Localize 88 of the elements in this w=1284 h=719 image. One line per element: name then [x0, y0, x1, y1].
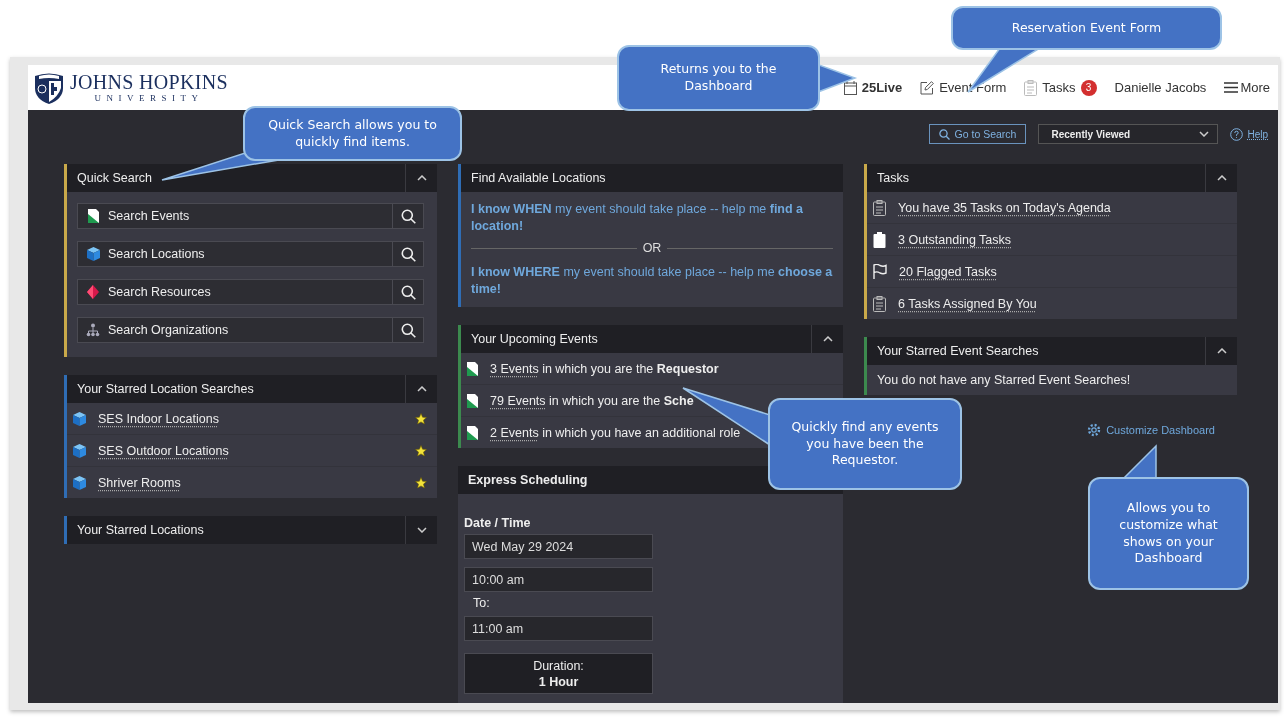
start-time-field[interactable]: 10:00 am: [464, 567, 653, 593]
panel-title: Your Starred Locations: [77, 523, 204, 537]
chevron-up-icon: [1216, 175, 1227, 181]
end-time-field[interactable]: 11:00 am: [464, 616, 653, 642]
nav-link[interactable]: Tasks 3: [1024, 79, 1097, 96]
search-icon: [400, 246, 416, 262]
chevron-down-icon: [416, 527, 427, 533]
org-chart-icon: [86, 323, 100, 337]
logo-subtitle: UNIVERSITY: [94, 94, 204, 103]
settings-icon: [1087, 423, 1102, 437]
search-label: Search Organizations: [108, 323, 230, 337]
upcoming-events-text: 3 Events in which you are the Requestor: [490, 361, 719, 376]
location-search-link[interactable]: SES Outdoor Locations: [98, 443, 229, 458]
panel-title: Find Available Locations: [471, 171, 606, 185]
events-count-link[interactable]: 79 Events: [490, 393, 546, 408]
duration-value: 1 Hour: [538, 674, 579, 689]
panel-title: Quick Search: [77, 171, 153, 185]
diamond-icon: [87, 285, 99, 299]
cube-icon: [73, 411, 86, 426]
search-label: Search Events: [108, 209, 191, 223]
nav-link[interactable]: 25Live: [843, 80, 903, 95]
menu-icon: [1224, 82, 1239, 93]
document-icon: [467, 393, 478, 408]
clipboard-icon: [873, 295, 886, 312]
search-icon: [400, 284, 416, 300]
task-link[interactable]: 6 Tasks Assigned By You: [898, 296, 1037, 311]
help-icon: [1230, 127, 1244, 141]
recently-viewed-dropdown[interactable]: Recently Viewed: [1038, 124, 1219, 144]
university-shield-icon: [34, 71, 64, 104]
edit-icon: [920, 80, 935, 95]
clipboard-icon: [873, 231, 886, 248]
count-badge: 3: [1080, 79, 1097, 96]
search-icon: [938, 128, 950, 140]
calendar-icon: [843, 80, 857, 95]
find-location-option-link[interactable]: I know WHERE my event should take place -- help me choose a time!: [471, 263, 833, 298]
callout: Allows you to customize what shows on your Dashboard: [1088, 477, 1249, 590]
upcoming-events-text: 2 Events in which you have an additional role: [490, 425, 741, 440]
or-separator: OR: [642, 239, 662, 257]
events-count-link[interactable]: 3 Events: [490, 361, 539, 376]
search-label: Search Resources: [108, 285, 212, 299]
find-location-option-link[interactable]: I know WHEN my event should take place -- help me find a location!: [471, 201, 833, 235]
to-label: To:: [473, 596, 490, 611]
document-icon: [467, 425, 478, 440]
clipboard-icon: [873, 199, 886, 216]
panel-title: Express Scheduling: [468, 473, 588, 488]
go-to-search-button[interactable]: Go to Search: [928, 124, 1027, 144]
panel-title: Tasks: [877, 171, 909, 185]
search-field[interactable]: Search Organizations: [77, 317, 424, 343]
search-field[interactable]: Search Resources: [77, 279, 424, 305]
document-icon: [467, 361, 478, 376]
nav-link[interactable]: More: [1224, 80, 1270, 95]
chevron-up-icon: [1216, 348, 1227, 354]
location-search-link[interactable]: Shriver Rooms: [98, 475, 181, 490]
panel-title: Your Starred Location Searches: [77, 382, 254, 396]
task-link[interactable]: 20 Flagged Tasks: [899, 264, 997, 279]
date-field[interactable]: Wed May 29 2024: [464, 534, 653, 560]
duration-label: Duration:: [533, 658, 584, 673]
upcoming-events-text: 79 Events in which you are the Sche: [490, 393, 694, 408]
chevron-up-icon: [822, 336, 833, 343]
panel-title: Your Upcoming Events: [471, 332, 598, 347]
date-time-label: Date / Time: [464, 516, 531, 531]
chevron-up-icon: [416, 386, 427, 392]
panel-title: Your Starred Event Searches: [877, 344, 1039, 358]
chevron-up-icon: [416, 175, 427, 181]
search-label: Search Locations: [108, 247, 206, 261]
events-count-link[interactable]: 2 Events: [490, 425, 539, 440]
search-field[interactable]: Search Locations: [77, 241, 424, 267]
empty-message: You do not have any Starred Event Searches!: [877, 373, 1131, 387]
help-link[interactable]: Help: [1230, 127, 1268, 141]
search-field[interactable]: Search Events: [77, 203, 424, 229]
location-search-link[interactable]: SES Indoor Locations: [98, 411, 219, 426]
search-icon: [400, 208, 416, 224]
cube-icon: [73, 475, 86, 490]
flag-icon: [873, 264, 887, 279]
customize-dashboard-link[interactable]: Customize Dashboard: [1087, 423, 1215, 437]
task-link[interactable]: 3 Outstanding Tasks: [898, 232, 1012, 247]
document-icon: [87, 209, 99, 223]
star-icon[interactable]: [415, 444, 427, 457]
star-icon[interactable]: [415, 476, 427, 489]
search-icon: [400, 322, 416, 338]
chevron-down-icon: [1199, 131, 1210, 137]
logo-wordmark: JOHNS HOPKINS: [70, 72, 228, 92]
task-link[interactable]: You have 35 Tasks on Today's Agenda: [898, 200, 1111, 215]
cube-icon: [86, 247, 100, 261]
star-icon[interactable]: [415, 412, 427, 425]
clipboard-icon: [1024, 79, 1038, 96]
cube-icon: [73, 443, 86, 458]
nav-link[interactable]: Danielle Jacobs: [1114, 80, 1207, 95]
